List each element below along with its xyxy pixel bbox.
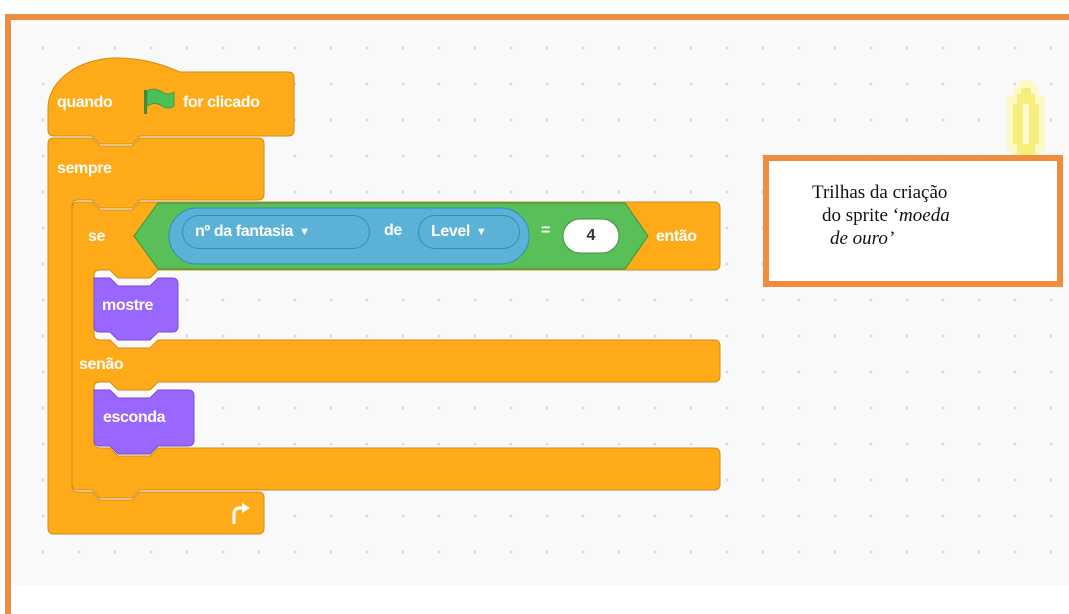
forever-label: sempre: [57, 160, 112, 177]
note-line-3: de ouro’: [830, 227, 894, 250]
note-line-2-italic: moeda: [899, 205, 950, 226]
hat-label-when: quando: [57, 94, 113, 111]
else-label: senão: [79, 356, 124, 373]
note-line-2-plain: do sprite ‘: [822, 205, 900, 226]
note-line-1: Trilhas da criação: [812, 182, 948, 203]
costume-menu-dropdown[interactable]: nº da fantasia ▼: [182, 215, 370, 249]
caret-down-icon: ▼: [475, 226, 487, 238]
show-label: mostre: [102, 297, 153, 314]
hat-label-clicked: for clicado: [183, 94, 260, 111]
of-label: de: [384, 222, 402, 239]
compare-value-input[interactable]: 4: [563, 219, 619, 253]
note-line-2: do sprite ‘moeda: [822, 204, 950, 227]
annotation-note: Trilhas da criação do sprite ‘moeda de o…: [763, 155, 1063, 287]
script-stack[interactable]: [0, 0, 730, 545]
if-label: se: [88, 228, 105, 245]
caret-down-icon: ▼: [299, 226, 310, 238]
then-label: então: [656, 228, 697, 245]
note-line-3-italic: de ouro’: [830, 228, 895, 249]
costume-menu-label: nº da fantasia: [195, 223, 294, 240]
equals-label: =: [541, 222, 550, 239]
hide-label: esconda: [103, 409, 166, 426]
sprite-menu-dropdown[interactable]: Level ▼: [418, 215, 520, 249]
sprite-menu-label: Level: [431, 223, 470, 240]
